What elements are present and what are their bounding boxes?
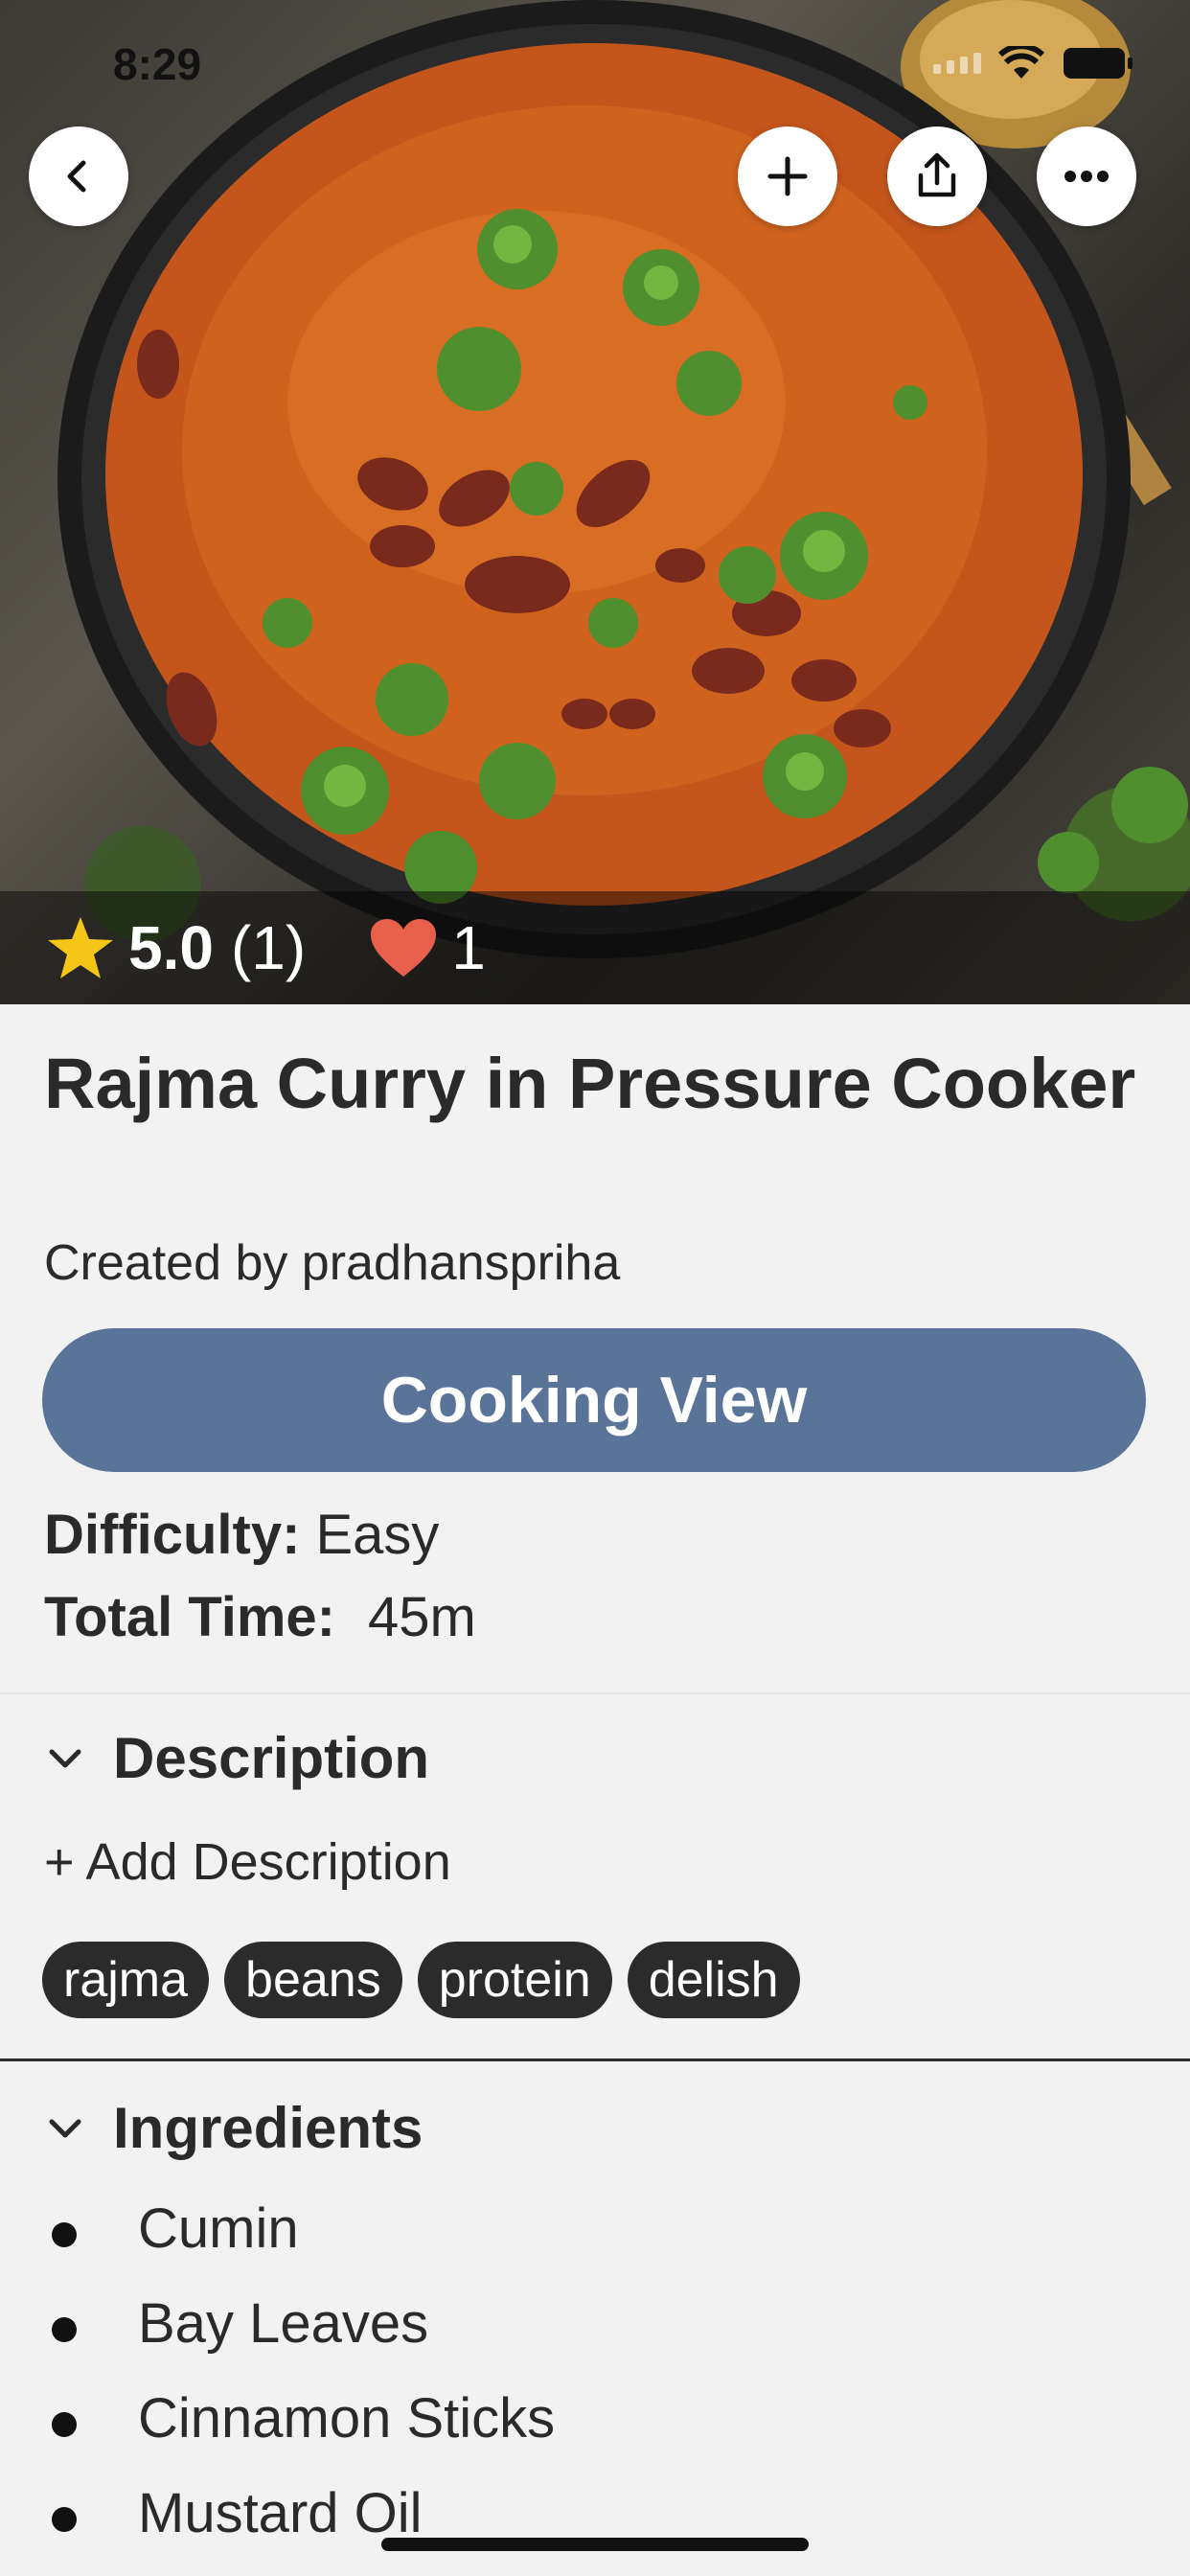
- ingredients-section-toggle[interactable]: Ingredients: [44, 2095, 423, 2161]
- ingredient-item: Cumin: [52, 2196, 299, 2261]
- tag-list: rajma beans protein delish: [42, 1942, 800, 2018]
- bullet: [52, 2506, 77, 2532]
- total-time-value: 45m: [368, 1586, 476, 1648]
- description-section-toggle[interactable]: Description: [44, 1725, 429, 1791]
- back-button[interactable]: [29, 126, 128, 226]
- bullet: [52, 2221, 77, 2247]
- description-header: Description: [113, 1726, 430, 1790]
- difficulty-row: Difficulty: Easy: [44, 1503, 439, 1567]
- ingredient-name: Cumin: [138, 2197, 299, 2260]
- recipe-title: Rajma Curry in Pressure Cooker: [44, 1044, 1136, 1123]
- total-time-row: Total Time: 45m: [44, 1585, 476, 1649]
- ingredient-item: Cinnamon Sticks: [52, 2386, 555, 2450]
- cooking-view-button[interactable]: Cooking View: [42, 1328, 1146, 1472]
- rating-count: (1): [230, 913, 307, 982]
- back-chevron-icon: [67, 160, 86, 193]
- tag-chip[interactable]: beans: [224, 1942, 402, 2018]
- section-divider: [0, 2058, 1190, 2061]
- tag-chip[interactable]: protein: [417, 1942, 612, 2018]
- rating-value: 5.0: [128, 913, 214, 982]
- bullet: [52, 2316, 77, 2342]
- heart-icon[interactable]: [369, 917, 438, 978]
- share-button[interactable]: [887, 126, 987, 226]
- ingredient-name: Bay Leaves: [138, 2292, 429, 2355]
- chevron-down-icon: [49, 1749, 81, 1767]
- ingredient-item: Bay Leaves: [52, 2291, 428, 2356]
- rating-strip: 5.0 (1) 1: [0, 891, 1190, 1004]
- add-button[interactable]: [738, 126, 837, 226]
- plus-icon: [767, 156, 808, 196]
- star-icon: [48, 917, 113, 978]
- ingredient-item: Mustard Oil: [52, 2481, 423, 2545]
- difficulty-value: Easy: [315, 1504, 440, 1566]
- ingredients-header: Ingredients: [113, 2096, 423, 2160]
- likes-count: 1: [451, 913, 486, 982]
- curry-bowl-image: [57, 0, 1188, 958]
- tag-chip[interactable]: delish: [627, 1942, 800, 2018]
- bullet: [52, 2411, 77, 2437]
- battery-icon: [1064, 48, 1133, 79]
- more-icon: [1064, 171, 1109, 182]
- status-icons: [933, 46, 1134, 80]
- cellular-signal-icon: [933, 53, 981, 74]
- divider: [0, 1692, 1190, 1694]
- status-bar: 8:29: [0, 0, 1190, 126]
- share-icon: [918, 152, 956, 197]
- ingredient-name: Cinnamon Sticks: [138, 2387, 556, 2450]
- home-indicator: [381, 2538, 809, 2551]
- tag-chip[interactable]: rajma: [42, 1942, 210, 2018]
- difficulty-label: Difficulty:: [44, 1504, 301, 1566]
- wifi-icon: [998, 46, 1044, 79]
- more-options-button[interactable]: [1037, 126, 1136, 226]
- status-time: 8:29: [113, 39, 202, 89]
- add-description-link[interactable]: + Add Description: [44, 1832, 451, 1892]
- recipe-hero-image: 8:29 5.0 (1) 1: [0, 0, 1190, 1004]
- ingredient-name: Mustard Oil: [138, 2482, 423, 2544]
- total-time-label: Total Time:: [44, 1586, 335, 1648]
- recipe-creator[interactable]: Created by pradhanspriha: [44, 1234, 620, 1292]
- chevron-down-icon: [49, 2119, 81, 2137]
